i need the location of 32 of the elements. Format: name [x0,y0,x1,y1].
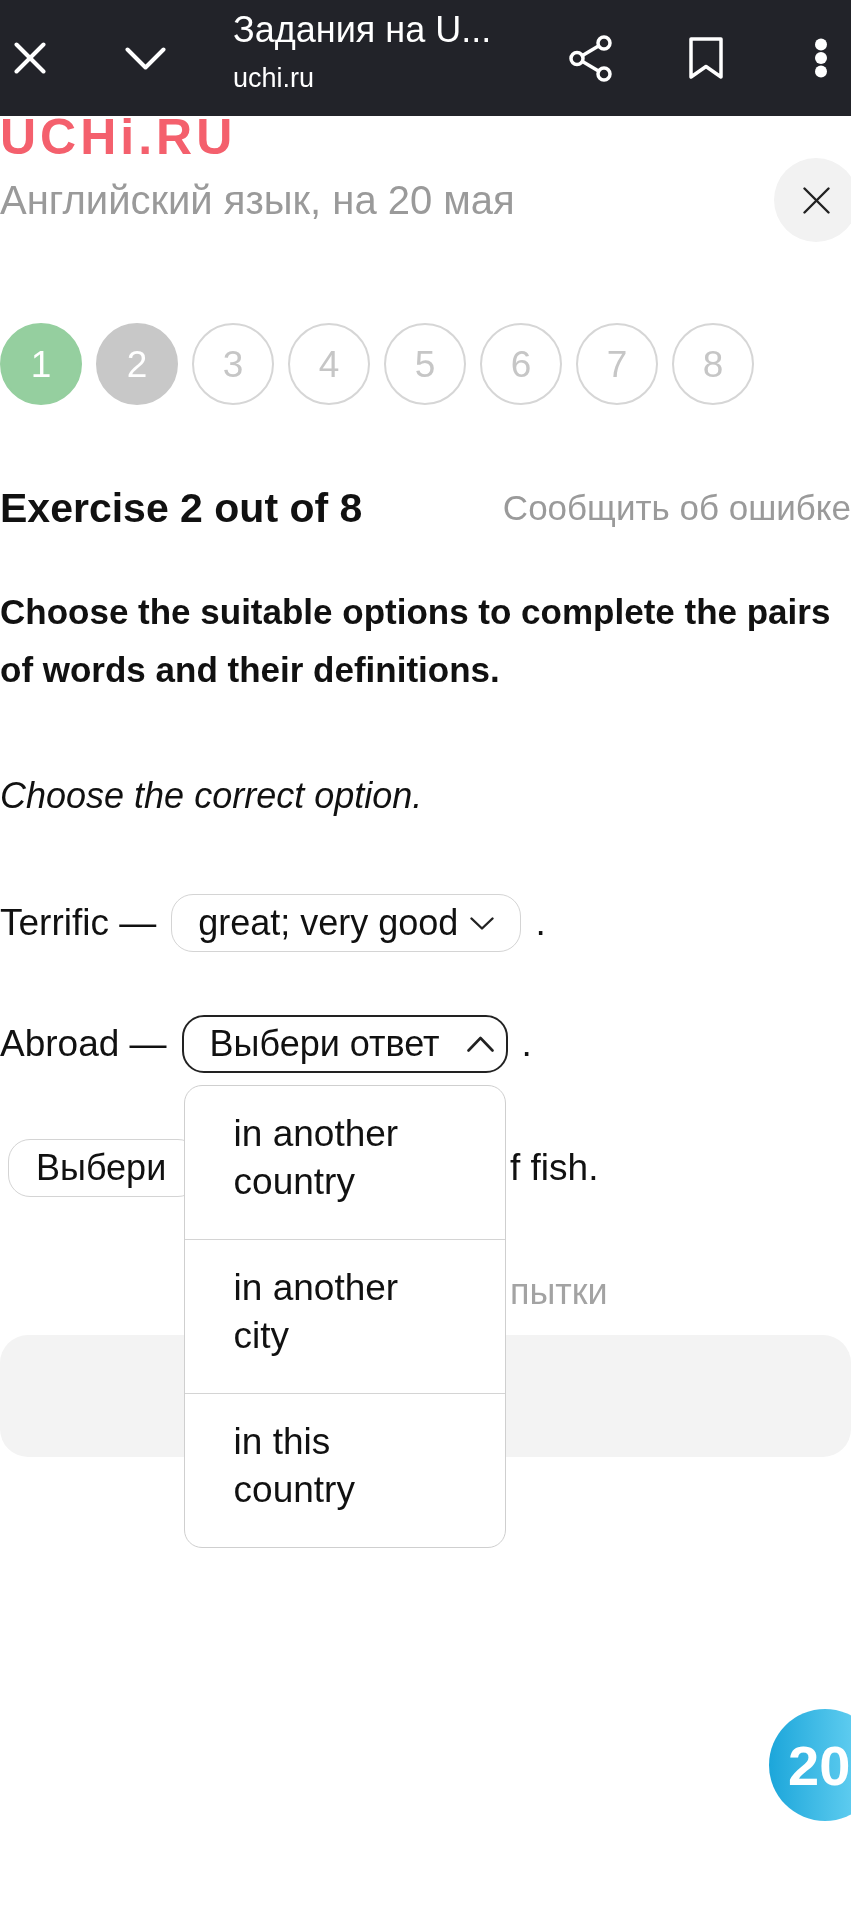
answer-dropdown[interactable]: Выбери ответ [181,1015,508,1073]
step-indicator[interactable]: 7 [576,323,658,405]
attempts-text: пытки [510,1270,608,1314]
step-indicator[interactable]: 4 [288,323,370,405]
close-icon[interactable] [14,42,46,74]
report-error-link[interactable]: Сообщить об ошибке [502,488,851,528]
sentence-text: f fish. [510,1147,599,1189]
sentence-text: Abroad — [0,1023,167,1065]
page-url: uchi.ru [233,62,315,94]
page-title: Задания на U... [233,9,492,51]
step-indicator[interactable]: 1 [0,323,82,405]
lesson-subtitle: Английский язык, на 20 мая [0,177,515,223]
step-indicator[interactable]: 6 [480,323,562,405]
chevron-down-icon[interactable] [125,46,166,70]
step-indicator[interactable]: 5 [384,323,466,405]
chevron-up-icon [466,1036,494,1052]
chevron-down-icon [470,916,495,930]
score-badge: 20 [769,1709,851,1821]
answer-dropdown[interactable]: great; very good [171,894,522,952]
sentence-text: Terrific — [0,902,157,944]
sentence-text: . [535,902,546,944]
step-indicator[interactable]: 3 [192,323,274,405]
bookmark-icon[interactable] [689,37,723,79]
share-icon[interactable] [569,34,612,82]
hint-text: Choose the correct option. [0,774,424,818]
more-icon[interactable] [814,38,828,78]
exercise-title: Exercise 2 out of 8 [0,484,363,533]
sentence-text: . [521,1023,532,1065]
close-icon [803,186,830,214]
logo[interactable]: UCHi.RU [0,116,237,158]
instruction-text: Choose the suitable options to complete the pairs of words and their definitions. [0,591,832,691]
step-indicator[interactable]: 8 [672,323,754,405]
